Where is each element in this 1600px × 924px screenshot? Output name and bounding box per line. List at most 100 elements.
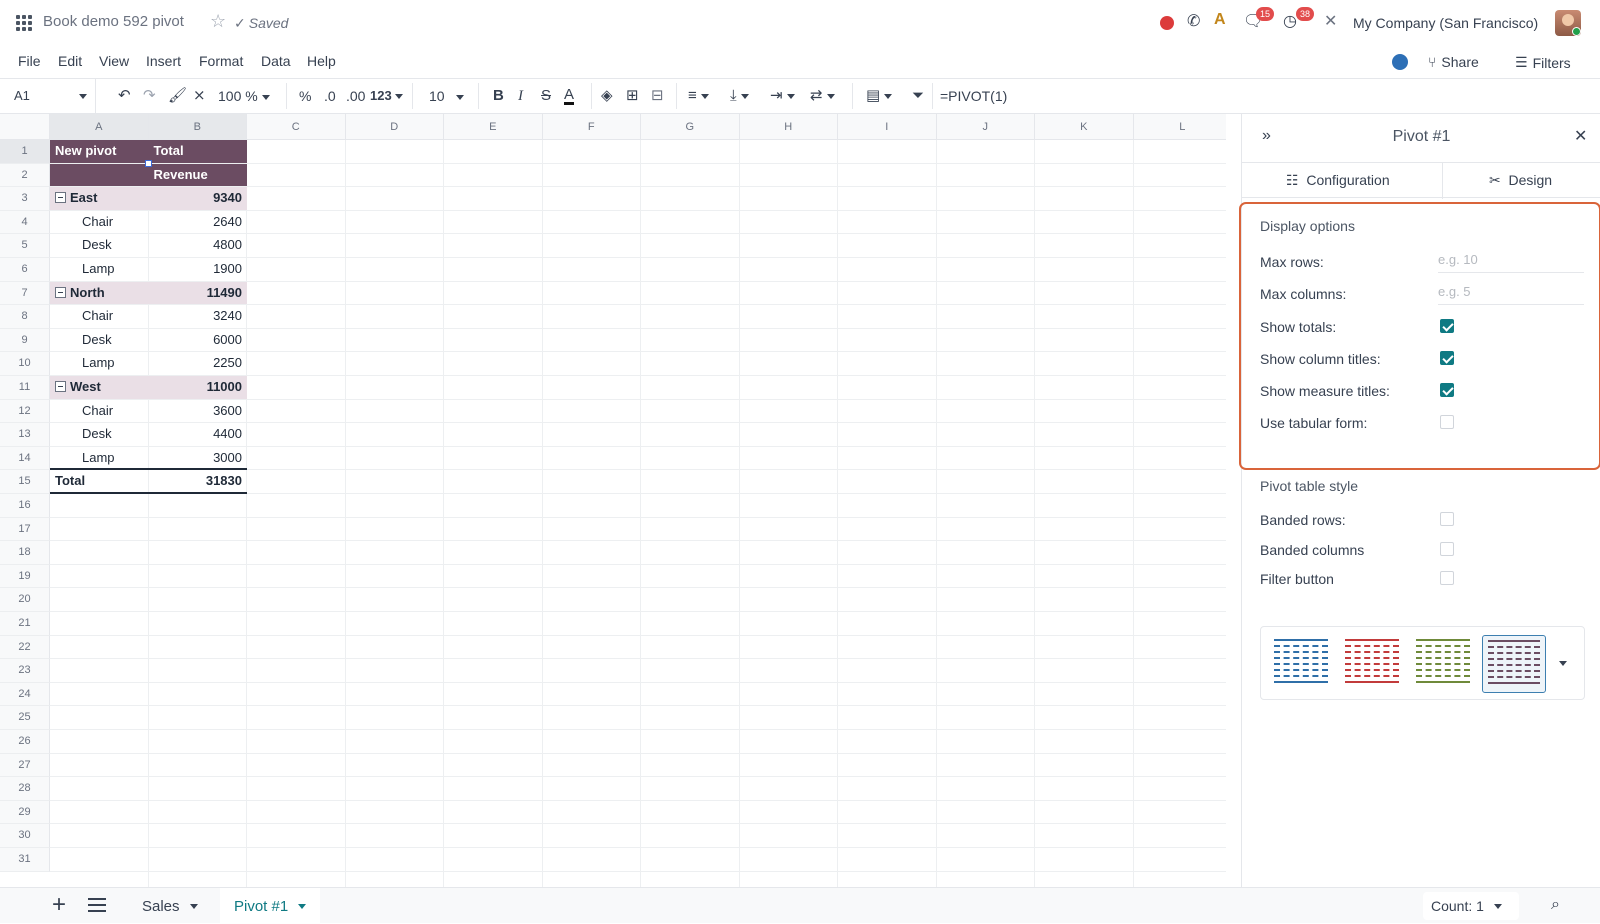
text-color-button[interactable]: A: [564, 87, 575, 105]
show-measure-titles-checkbox[interactable]: [1440, 383, 1454, 397]
ai-icon[interactable]: A: [1214, 11, 1226, 29]
max-columns-input[interactable]: e.g. 5: [1438, 283, 1584, 305]
column-header[interactable]: I: [838, 114, 937, 140]
table-style-option[interactable]: [1340, 635, 1404, 693]
record-icon[interactable]: [1160, 16, 1174, 30]
collapse-minus-icon[interactable]: [55, 286, 66, 298]
text-wrap-icon[interactable]: ⇥: [770, 87, 795, 105]
number-format-select[interactable]: 123: [370, 87, 404, 105]
row-header[interactable]: 9: [0, 328, 50, 353]
data-search-icon[interactable]: ⌕: [1551, 896, 1560, 914]
pivot-header-cell[interactable]: [50, 163, 149, 187]
share-button[interactable]: ⑂ Share: [1428, 54, 1479, 70]
tab-design[interactable]: ✂ Design: [1489, 172, 1552, 189]
horizontal-align-icon[interactable]: ≡: [688, 87, 709, 105]
pivot-value-cell[interactable]: 4800: [149, 234, 248, 257]
pivot-value-cell[interactable]: 4400: [149, 423, 248, 446]
strikethrough-button[interactable]: S: [541, 87, 551, 105]
column-header[interactable]: F: [542, 114, 641, 140]
row-header[interactable]: 19: [0, 564, 50, 589]
bold-button[interactable]: B: [493, 87, 504, 105]
row-header[interactable]: 1: [0, 140, 50, 164]
pivot-row-label[interactable]: Chair: [50, 211, 149, 234]
conditional-format-icon[interactable]: ▤: [866, 87, 893, 105]
text-rotation-icon[interactable]: ⇄: [810, 87, 835, 105]
font-size-select[interactable]: 10: [429, 87, 465, 105]
row-header[interactable]: 8: [0, 305, 50, 329]
pivot-total-label[interactable]: Total: [50, 470, 149, 493]
format-percent-button[interactable]: %: [299, 87, 311, 105]
add-sheet-icon[interactable]: +: [52, 892, 66, 918]
row-header[interactable]: 22: [0, 635, 50, 660]
close-icon[interactable]: ✕: [1574, 126, 1587, 146]
banded-rows-checkbox[interactable]: [1440, 512, 1454, 526]
filter-icon[interactable]: ⏷: [912, 87, 924, 105]
use-tabular-form-checkbox[interactable]: [1440, 415, 1454, 429]
filter-button-checkbox[interactable]: [1440, 571, 1454, 585]
italic-button[interactable]: I: [518, 87, 523, 105]
menu-help[interactable]: Help: [307, 53, 336, 69]
spreadsheet-grid[interactable]: ABCDEFGHIJKL 1 2 3 4 5 6 7 8 9 10 11 12 13 14 15 16 17 18…: [0, 114, 1226, 887]
column-header[interactable]: B: [148, 114, 247, 140]
fill-color-icon[interactable]: ◈: [601, 87, 613, 105]
tab-configuration[interactable]: ☷ Configuration: [1286, 172, 1390, 189]
pivot-row-label[interactable]: Desk: [50, 329, 149, 352]
column-header[interactable]: A: [50, 114, 149, 140]
row-header[interactable]: 23: [0, 659, 50, 683]
column-header[interactable]: K: [1035, 114, 1134, 140]
pivot-row-label[interactable]: Desk: [50, 234, 149, 257]
sheet-list-icon[interactable]: [88, 898, 106, 912]
row-header[interactable]: 25: [0, 706, 50, 730]
pivot-value-cell[interactable]: 1900: [149, 258, 248, 281]
sheet-tab-pivot[interactable]: Pivot #1: [220, 888, 321, 924]
row-header[interactable]: 18: [0, 541, 50, 565]
pivot-row-label[interactable]: Lamp: [50, 352, 149, 375]
row-header[interactable]: 20: [0, 588, 50, 612]
pivot-row-label[interactable]: Lamp: [50, 447, 149, 470]
collapse-minus-icon[interactable]: [55, 381, 66, 392]
merge-cells-icon[interactable]: ⊟: [651, 87, 664, 105]
pivot-measure-cell[interactable]: Revenue: [148, 163, 247, 187]
select-all-corner[interactable]: [0, 114, 50, 140]
chevron-down-icon[interactable]: [298, 903, 307, 909]
activities-clock-icon[interactable]: ◷: [1283, 11, 1297, 31]
pivot-row-label[interactable]: Lamp: [50, 258, 149, 281]
row-header[interactable]: 10: [0, 352, 50, 376]
column-header[interactable]: D: [345, 114, 444, 140]
filters-button[interactable]: ☰ Filters: [1515, 54, 1571, 71]
redo-icon[interactable]: ↷: [143, 87, 156, 105]
row-header[interactable]: 31: [0, 848, 50, 872]
column-header[interactable]: J: [936, 114, 1035, 140]
decrease-decimals-button[interactable]: .0: [324, 87, 336, 105]
selection-fill-handle[interactable]: [144, 159, 152, 167]
column-header[interactable]: E: [444, 114, 543, 140]
show-totals-checkbox[interactable]: [1440, 319, 1454, 333]
table-style-option[interactable]: [1482, 635, 1546, 693]
pivot-value-cell[interactable]: 3240: [149, 305, 248, 328]
clear-format-icon[interactable]: ⨯: [193, 87, 206, 105]
show-column-titles-checkbox[interactable]: [1440, 351, 1454, 365]
banded-columns-checkbox[interactable]: [1440, 542, 1454, 556]
menu-format[interactable]: Format: [199, 53, 243, 69]
aggregate-count-select[interactable]: Count: 1: [1423, 892, 1519, 920]
row-header[interactable]: 29: [0, 800, 50, 825]
menu-edit[interactable]: Edit: [58, 53, 82, 69]
pivot-value-cell[interactable]: 11490: [148, 281, 247, 305]
chevron-down-icon[interactable]: [189, 903, 198, 909]
row-header[interactable]: 13: [0, 423, 50, 447]
row-header[interactable]: 12: [0, 399, 50, 424]
vertical-align-icon[interactable]: ⤓: [730, 87, 749, 105]
formula-input[interactable]: =PIVOT(1): [940, 88, 1007, 104]
phone-icon[interactable]: ✆: [1187, 11, 1200, 31]
borders-icon[interactable]: ⊞: [626, 87, 639, 105]
row-header[interactable]: 27: [0, 753, 50, 778]
pivot-group-row-label[interactable]: West: [50, 376, 149, 399]
pivot-group-row-label[interactable]: East: [50, 187, 149, 210]
row-header[interactable]: 6: [0, 258, 50, 282]
pivot-group-row-label[interactable]: North: [50, 281, 149, 305]
apps-grid-icon[interactable]: [16, 15, 32, 31]
column-header[interactable]: L: [1133, 114, 1226, 140]
pivot-value-cell[interactable]: 2640: [149, 211, 248, 234]
table-style-option[interactable]: [1411, 635, 1475, 693]
sheet-tab-sales[interactable]: Sales: [128, 888, 212, 924]
